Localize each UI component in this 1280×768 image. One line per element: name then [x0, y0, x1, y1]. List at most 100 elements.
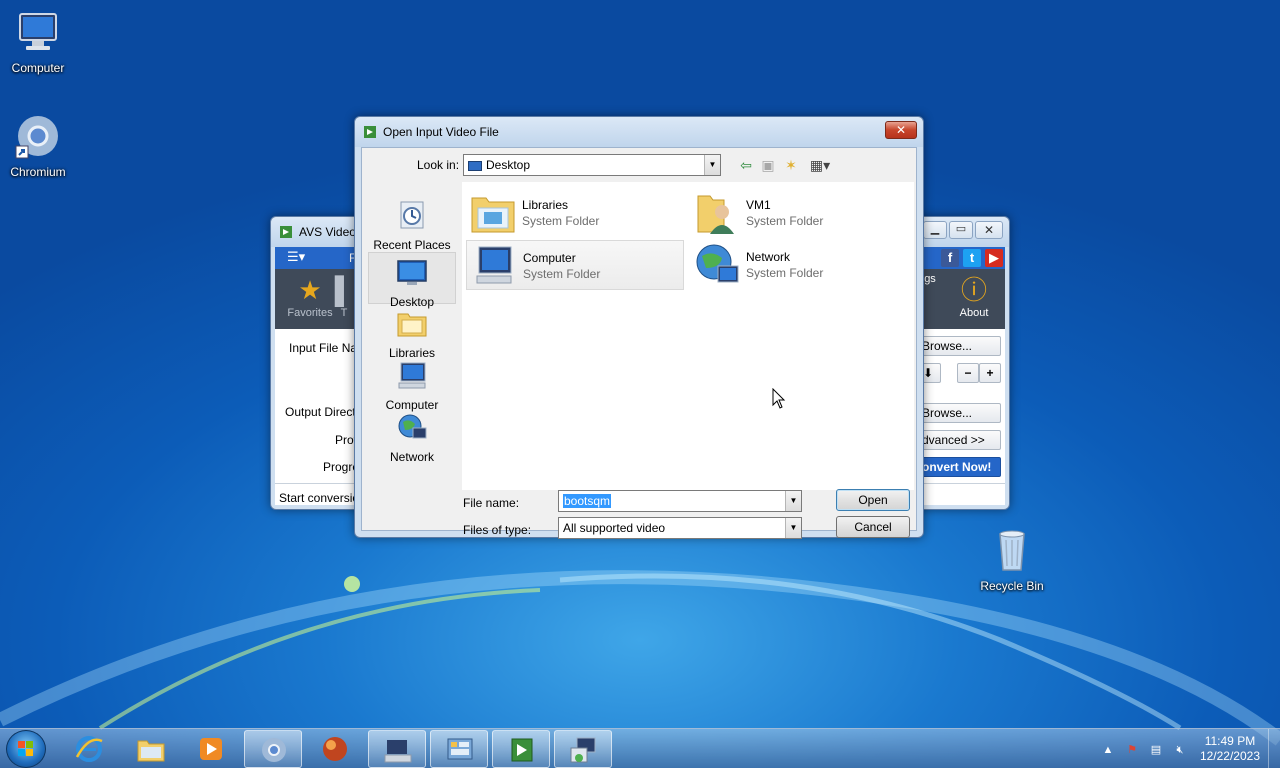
show-desktop-button[interactable]	[1268, 729, 1280, 768]
taskbar-internet-explorer[interactable]	[60, 730, 118, 768]
taskbar-avs-converter[interactable]	[492, 730, 550, 768]
place-label: Network	[389, 450, 434, 464]
dialog-close-button[interactable]: ✕	[885, 121, 917, 139]
control-panel-icon	[447, 738, 473, 760]
avs-maximize-button[interactable]: ▭	[949, 221, 973, 239]
start-button[interactable]	[6, 730, 46, 768]
dialog-content: Look in: Desktop ▼ ⇦ ▣ ✶ ▦▾ Recent Place…	[361, 147, 917, 539]
open-file-dialog[interactable]: Open Input Video File ✕ Look in: Desktop…	[354, 116, 924, 539]
view-menu-icon[interactable]: ▦▾	[806, 156, 834, 174]
user-folder-icon	[697, 195, 734, 234]
file-name-value: bootsqm	[563, 494, 612, 508]
computer-icon	[476, 246, 512, 284]
minus-button[interactable]: −	[957, 363, 979, 383]
desktop-small-icon	[468, 160, 482, 171]
place-libraries[interactable]: Libraries	[368, 308, 456, 360]
avs-app-icon	[280, 226, 292, 238]
taskbar-app[interactable]	[306, 730, 364, 768]
place-computer[interactable]: Computer	[368, 360, 456, 412]
taskbar-chromium[interactable]	[244, 730, 302, 768]
file-item-libraries[interactable]: Libraries System Folder	[466, 188, 684, 238]
network-setup-icon	[570, 737, 596, 763]
taskbar-explorer[interactable]	[122, 730, 180, 768]
look-in-value: Desktop	[486, 158, 531, 172]
dialog-titlebar[interactable]: Open Input Video File ✕	[355, 117, 923, 147]
places-bar: Recent Places Desktop Libraries Computer…	[368, 186, 456, 488]
desktop-icon-label: Chromium	[10, 165, 66, 179]
dialog-app-icon	[364, 126, 376, 138]
chromium-icon	[15, 116, 58, 159]
libraries-icon	[397, 313, 427, 337]
clock[interactable]: 11:49 PM 12/22/2023	[1200, 734, 1260, 764]
taskbar-keyboard-app[interactable]	[368, 730, 426, 768]
open-button[interactable]: Open	[836, 489, 910, 511]
item-type: System Folder	[522, 214, 600, 228]
input-file-name-label: Input File Nar	[289, 341, 362, 355]
back-icon[interactable]: ⇦	[737, 156, 755, 174]
desktop-icon-label: Recycle Bin	[980, 579, 1044, 593]
globe-app-icon	[323, 737, 347, 761]
clock-date: 12/22/2023	[1199, 749, 1260, 763]
file-item-network[interactable]: Network System Folder	[690, 240, 908, 290]
new-folder-icon[interactable]: ✶	[782, 156, 800, 174]
computer-icon	[398, 362, 426, 389]
windows-logo-icon	[18, 741, 33, 756]
place-desktop[interactable]: Desktop	[368, 252, 456, 309]
network-icon	[696, 244, 739, 283]
libraries-folder-icon	[471, 197, 515, 233]
convert-now-button[interactable]: onvert Now!	[915, 457, 1001, 477]
tab-about[interactable]: ⓘ About	[939, 273, 1009, 319]
mouse-cursor-icon	[772, 388, 786, 409]
file-list-pane[interactable]: Libraries System Folder VM1 System Folde…	[462, 182, 914, 490]
desktop-icon-computer[interactable]: Computer	[0, 8, 76, 75]
item-name: Network	[746, 250, 791, 264]
clock-time: 11:49 PM	[1204, 734, 1256, 748]
output-directory-label: Output Directo	[285, 405, 363, 419]
file-name-input[interactable]: bootsqm ▼	[558, 490, 802, 512]
file-item-computer[interactable]: Computer System Folder	[466, 240, 684, 290]
advanced-button[interactable]: dvanced >>	[915, 430, 1001, 450]
keyboard-icon	[384, 740, 412, 763]
avs-close-button[interactable]: ✕	[975, 221, 1003, 239]
files-of-type-value: All supported video	[563, 521, 666, 535]
taskbar-media-player[interactable]	[182, 730, 240, 768]
browse-output-button[interactable]: Browse...	[915, 403, 1001, 423]
files-of-type-label: Files of type:	[463, 523, 532, 537]
menu-icon[interactable]: ☰▾	[287, 249, 305, 265]
plus-button[interactable]: +	[979, 363, 1001, 383]
taskbar-control-panel[interactable]	[430, 730, 488, 768]
network-tray-icon[interactable]: ▤	[1148, 742, 1164, 758]
files-of-type-select[interactable]: All supported video ▼	[558, 517, 802, 539]
place-recent-places[interactable]: Recent Places	[368, 200, 456, 252]
tab-about-label: About	[959, 307, 989, 319]
item-name: VM1	[746, 198, 771, 212]
place-label: Desktop	[389, 295, 435, 309]
desktop-icon-chromium[interactable]: Chromium	[0, 112, 76, 179]
show-hidden-icons[interactable]: ▲	[1100, 742, 1116, 758]
chevron-down-icon[interactable]: ▼	[785, 518, 801, 538]
place-network[interactable]: Network	[368, 412, 456, 464]
action-center-icon[interactable]: ⚑	[1124, 742, 1140, 758]
twitter-icon[interactable]: t	[963, 249, 981, 267]
youtube-icon[interactable]: ▶	[985, 249, 1003, 267]
cancel-button[interactable]: Cancel	[836, 516, 910, 538]
dialog-title: Open Input Video File	[383, 125, 499, 139]
chromium-icon	[262, 738, 286, 762]
taskbar-network-setup[interactable]	[554, 730, 612, 768]
place-label: Computer	[385, 398, 439, 412]
item-name: Libraries	[522, 198, 569, 212]
chevron-down-icon[interactable]: ▼	[704, 155, 720, 175]
item-type: System Folder	[746, 214, 824, 228]
facebook-icon[interactable]: f	[941, 249, 959, 267]
chevron-down-icon[interactable]: ▼	[785, 491, 801, 511]
look-in-label: Look in:	[417, 158, 460, 172]
media-player-icon	[200, 738, 222, 760]
file-item-vm1[interactable]: VM1 System Folder	[690, 188, 908, 238]
up-folder-icon[interactable]: ▣	[759, 156, 777, 174]
volume-muted-icon[interactable]: 🔇︎	[1172, 742, 1188, 758]
look-in-combo[interactable]: Desktop ▼	[463, 154, 721, 176]
item-name: Computer	[523, 251, 576, 265]
browse-input-button[interactable]: Browse...	[915, 336, 1001, 356]
desktop-icon-recycle-bin[interactable]: Recycle Bin	[974, 526, 1050, 593]
avs-minimize-button[interactable]: ▁	[923, 221, 947, 239]
